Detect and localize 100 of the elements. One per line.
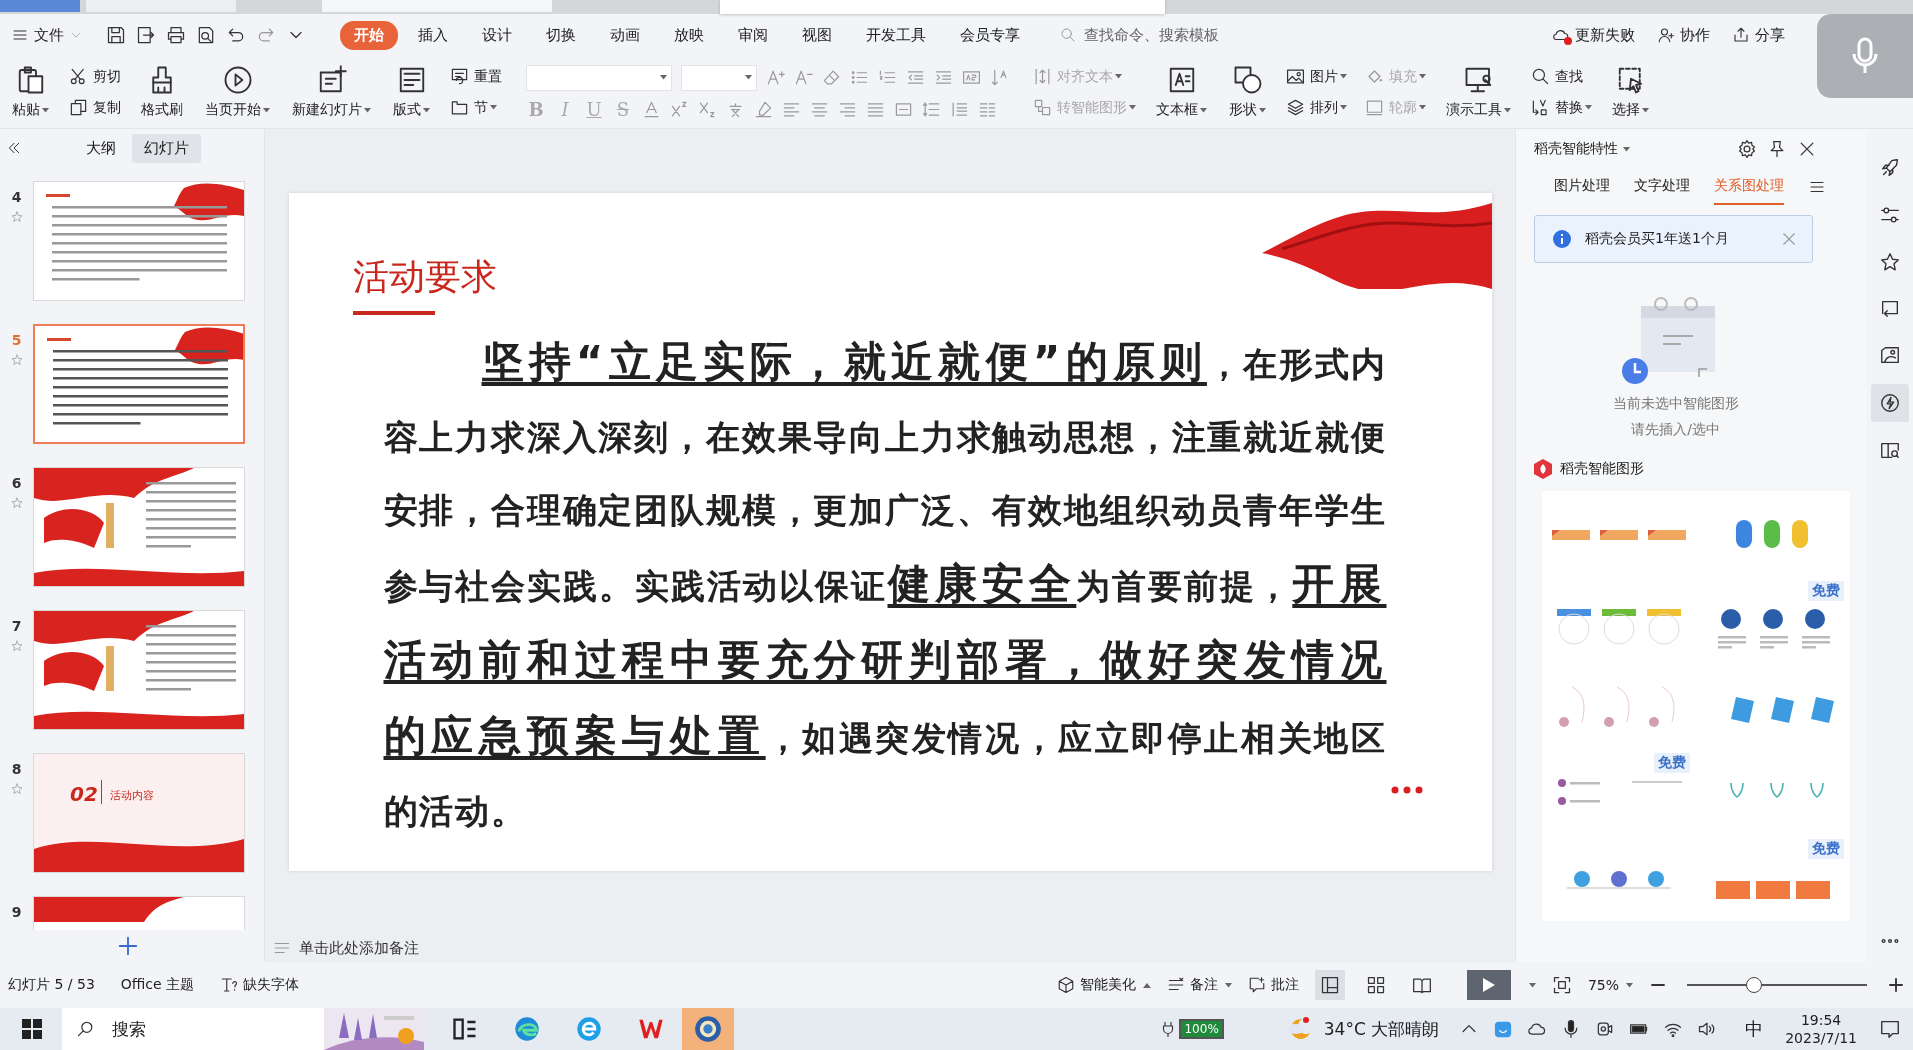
slide-thumbnail[interactable]: [33, 324, 245, 444]
save-icon[interactable]: [106, 25, 126, 45]
ribbon-button[interactable]: 排列: [1284, 96, 1349, 119]
ribbon-button[interactable]: 替换: [1529, 96, 1594, 119]
subscript-icon[interactable]: [698, 99, 717, 119]
ribbon-button[interactable]: 查找: [1529, 65, 1594, 88]
sort-icon[interactable]: [990, 68, 1009, 87]
play-icon: [222, 65, 253, 95]
ribbon-button[interactable]: 版式: [389, 63, 434, 121]
caret-icon: [1419, 105, 1426, 110]
collapse-icon[interactable]: [6, 140, 22, 156]
menu-tab[interactable]: 切换: [532, 20, 590, 50]
slide-thumbnail[interactable]: [33, 610, 245, 730]
ribbon-button[interactable]: 当页开始: [201, 63, 274, 121]
theme-name: Office 主题: [120, 976, 195, 994]
menu-icon: [12, 27, 28, 43]
caret-icon: [1224, 982, 1232, 988]
printer-icon[interactable]: [166, 25, 186, 45]
menu-tab[interactable]: 动画: [596, 20, 654, 50]
zoom-in-icon[interactable]: [1887, 976, 1905, 994]
fit-window-icon[interactable]: [1551, 975, 1572, 995]
text-direction-icon[interactable]: [962, 68, 981, 87]
ribbon-button[interactable]: 格式刷: [137, 63, 187, 121]
ribbon-button[interactable]: 图片: [1284, 65, 1349, 88]
zoom-slider-thumb[interactable]: [1745, 977, 1762, 993]
menu-tab[interactable]: 设计: [468, 20, 526, 50]
slide-thumbnail[interactable]: [33, 181, 245, 301]
grow-font-icon[interactable]: [766, 68, 785, 87]
info-icon: [1553, 230, 1571, 248]
caret-icon: [1200, 107, 1207, 113]
ribbon-button[interactable]: 粘贴: [8, 63, 53, 121]
ribbon-button[interactable]: 演示工具: [1442, 63, 1515, 121]
toolbar-button[interactable]: 分享: [1732, 25, 1785, 45]
panel-tab[interactable]: 幻灯片: [132, 133, 201, 163]
font-name-field[interactable]: [526, 64, 672, 91]
menu-tab[interactable]: 会员专享: [946, 20, 1034, 50]
clock-date: 2023/7/11: [1785, 1029, 1857, 1047]
notification-icon[interactable]: [1879, 1018, 1901, 1040]
superscript-icon[interactable]: [670, 99, 689, 119]
beautify-button[interactable]: 智能美化: [1056, 976, 1151, 994]
rocket-icon: [1879, 157, 1901, 179]
app-icon: [575, 1015, 603, 1043]
windows-logo-icon[interactable]: [22, 1019, 42, 1039]
menu-tab[interactable]: 视图: [788, 20, 846, 50]
slide-thumbnail[interactable]: [33, 467, 245, 587]
font-color-icon[interactable]: [642, 99, 661, 119]
weather-text: 34°C 大部晴朗: [1323, 1017, 1440, 1041]
replace-icon: [1531, 98, 1550, 117]
error-badge: [1564, 37, 1572, 45]
more-icon[interactable]: [1389, 784, 1424, 795]
cat-face-icon[interactable]: [1493, 1019, 1514, 1039]
sidebar-tool[interactable]: [1871, 384, 1909, 422]
ribbon-button[interactable]: 新建幻灯片: [288, 63, 375, 121]
ribbon-button[interactable]: 形状: [1225, 63, 1270, 121]
panel-tab[interactable]: 文字处理: [1634, 169, 1690, 205]
highlighter-icon[interactable]: [754, 99, 773, 119]
add-icon[interactable]: [117, 935, 139, 957]
menu-tab[interactable]: 放映: [660, 20, 718, 50]
play-button[interactable]: [1466, 970, 1511, 1000]
landscape-drawing[interactable]: [324, 1008, 424, 1050]
view-button[interactable]: [1314, 970, 1345, 1000]
preview-icon[interactable]: [196, 25, 216, 45]
toolbar-button[interactable]: 更新失败: [1552, 25, 1635, 45]
file-menu-button[interactable]: 文件: [8, 21, 86, 49]
ribbon-button[interactable]: 重置: [448, 65, 504, 88]
notes-button[interactable]: 备注: [1166, 976, 1232, 994]
empty-state-text: 当前未选中智能图形: [1612, 395, 1739, 413]
ribbon-button[interactable]: 文本框: [1152, 63, 1211, 121]
badge: 免费: [1654, 753, 1690, 773]
slide-thumbnail[interactable]: 02 活动内容: [33, 753, 245, 873]
caret-icon: [1340, 105, 1347, 110]
toolbar-button[interactable]: 协作: [1657, 25, 1710, 45]
panel-tab[interactable]: 大纲: [74, 133, 128, 163]
panel-tab[interactable]: 图片处理: [1554, 169, 1610, 205]
slide-number: 6: [11, 475, 22, 491]
empty-state-text: 请先插入/选中: [1631, 421, 1720, 439]
settings-icon[interactable]: [1737, 139, 1757, 159]
menu-tab[interactable]: 审阅: [724, 20, 782, 50]
missing-fonts-button[interactable]: 缺失字体: [220, 976, 300, 994]
search-field[interactable]: 查找命令、搜索模板: [1082, 25, 1256, 45]
zoom-dropdown[interactable]: 75%: [1587, 977, 1633, 993]
bullet-list-icon[interactable]: [850, 68, 869, 87]
font-size-field[interactable]: [681, 64, 757, 91]
scissors-icon: [69, 67, 88, 86]
menu-tab[interactable]: 开发工具: [852, 20, 940, 50]
image-icon: [1286, 67, 1305, 86]
ribbon-button[interactable]: 节: [448, 96, 504, 119]
taskbar-search-field[interactable]: 搜索: [62, 1008, 324, 1050]
panel-title-dropdown[interactable]: 稻壳智能特性: [1534, 140, 1630, 158]
ribbon-button[interactable]: 剪切: [67, 65, 123, 88]
export-icon[interactable]: [136, 25, 156, 45]
menu-tab[interactable]: 插入: [404, 20, 462, 50]
ribbon-button[interactable]: 复制: [67, 96, 123, 119]
slide-sorter-icon: [1365, 975, 1386, 995]
shrink-font-icon[interactable]: [794, 68, 813, 87]
comment-button[interactable]: 批注: [1247, 976, 1299, 994]
notes-field[interactable]: 单击此处添加备注: [273, 938, 419, 958]
input-method-indicator[interactable]: 中: [1745, 1017, 1764, 1041]
reset-icon: [450, 67, 469, 86]
ribbon-button[interactable]: 选择: [1608, 63, 1653, 121]
